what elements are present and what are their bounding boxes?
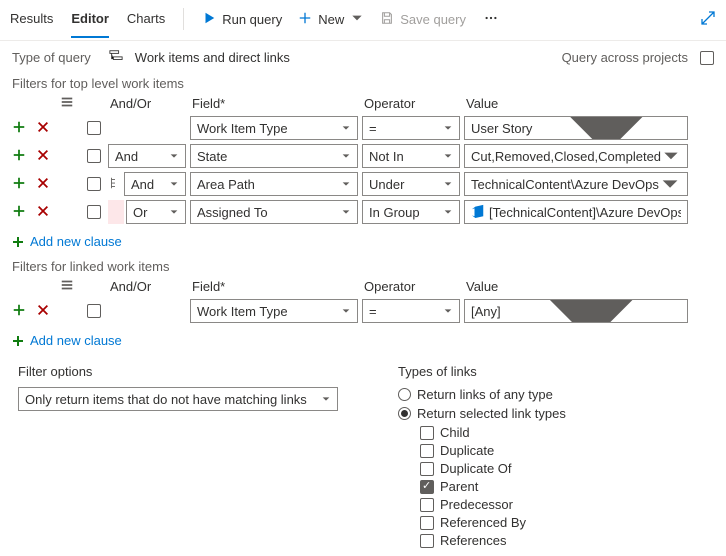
value-select[interactable]: User Story xyxy=(464,116,688,140)
linked-filters-heading: Filters for linked work items xyxy=(0,257,726,276)
header-value: Value xyxy=(464,96,688,111)
remove-clause-icon[interactable] xyxy=(36,148,56,165)
chevron-down-icon xyxy=(350,11,364,28)
value-select[interactable]: [Any] xyxy=(464,299,688,323)
add-clause-icon[interactable] xyxy=(12,204,32,221)
header-field: Field* xyxy=(190,96,358,111)
linktype-duplicate-of[interactable]: Duplicate Of xyxy=(420,461,566,476)
more-button[interactable] xyxy=(484,11,498,38)
clause-checkbox[interactable] xyxy=(87,149,101,163)
add-clause-icon[interactable] xyxy=(12,148,32,165)
top-clause: Or Assigned To In Group [TechnicalConten… xyxy=(0,198,726,226)
link-type-sublist: Child Duplicate Duplicate Of Parent Pred… xyxy=(398,425,566,548)
run-query-button[interactable]: Run query xyxy=(202,11,282,38)
andor-select[interactable]: And xyxy=(108,144,186,168)
azure-devops-icon xyxy=(471,204,485,221)
field-select[interactable]: Assigned To xyxy=(190,200,358,224)
value-select[interactable]: TechnicalContent\Azure DevOps xyxy=(464,172,688,196)
field-select[interactable]: State xyxy=(190,144,358,168)
radio-selected-types[interactable]: Return selected link types xyxy=(398,406,566,421)
operator-select[interactable]: = xyxy=(362,116,460,140)
linktype-parent[interactable]: Parent xyxy=(420,479,566,494)
linktype-predecessor[interactable]: Predecessor xyxy=(420,497,566,512)
link-types-col: Types of links Return links of any type … xyxy=(398,364,566,548)
operator-select[interactable]: In Group xyxy=(362,200,460,224)
clause-checkbox[interactable] xyxy=(87,205,101,219)
expand-icon xyxy=(700,10,716,29)
add-clause-icon[interactable] xyxy=(12,120,32,137)
query-across-projects-label: Query across projects xyxy=(562,50,688,65)
group-column-icon[interactable] xyxy=(60,95,80,112)
filter-options-col: Filter options Only return items that do… xyxy=(18,364,338,548)
remove-clause-icon[interactable] xyxy=(36,120,56,137)
group-indicator-icon[interactable] xyxy=(108,176,122,193)
tabs: Results Editor Charts xyxy=(10,11,165,38)
remove-clause-icon[interactable] xyxy=(36,303,56,320)
fullscreen-button[interactable] xyxy=(700,10,716,39)
remove-clause-icon[interactable] xyxy=(36,204,56,221)
query-across-projects-checkbox[interactable] xyxy=(700,51,714,65)
linked-header-row: And/Or Field* Operator Value xyxy=(0,276,726,297)
add-new-clause-top[interactable]: Add new clause xyxy=(0,226,726,257)
remove-clause-icon[interactable] xyxy=(36,176,56,193)
linktype-child[interactable]: Child xyxy=(420,425,566,440)
type-of-query-label: Type of query xyxy=(12,50,91,65)
bottom-options: Filter options Only return items that do… xyxy=(0,356,726,556)
add-clause-icon[interactable] xyxy=(12,303,32,320)
linked-clause: Work Item Type = [Any] xyxy=(0,297,726,325)
plus-icon xyxy=(298,11,312,28)
operator-select[interactable]: Not In xyxy=(362,144,460,168)
toolbar: Results Editor Charts Run query New Save… xyxy=(0,0,726,40)
top-clause: And State Not In Cut,Removed,Closed,Comp… xyxy=(0,142,726,170)
more-icon xyxy=(484,11,498,28)
tab-editor[interactable]: Editor xyxy=(71,11,109,38)
header-operator: Operator xyxy=(362,96,460,111)
linktype-references[interactable]: References xyxy=(420,533,566,548)
add-new-clause-linked[interactable]: Add new clause xyxy=(0,325,726,356)
value-select[interactable]: Cut,Removed,Closed,Completed xyxy=(464,144,688,168)
clause-checkbox[interactable] xyxy=(87,121,101,135)
group-column-icon[interactable] xyxy=(60,278,80,295)
toolbar-divider xyxy=(183,8,184,30)
filter-options-label: Filter options xyxy=(18,364,338,379)
linktype-duplicate[interactable]: Duplicate xyxy=(420,443,566,458)
top-filters-heading: Filters for top level work items xyxy=(0,74,726,93)
header-andor: And/Or xyxy=(108,96,186,111)
operator-select[interactable]: Under xyxy=(362,172,460,196)
field-select[interactable]: Work Item Type xyxy=(190,116,358,140)
new-button[interactable]: New xyxy=(298,11,364,38)
query-type-row: Type of query Work items and direct link… xyxy=(0,41,726,74)
clause-checkbox[interactable] xyxy=(87,177,101,191)
linktype-referenced-by[interactable]: Referenced By xyxy=(420,515,566,530)
radio-any-type[interactable]: Return links of any type xyxy=(398,387,566,402)
direct-links-icon xyxy=(109,49,123,66)
group-indent-marker xyxy=(108,200,124,224)
link-types-label: Types of links xyxy=(398,364,566,379)
save-icon xyxy=(380,11,394,28)
type-of-query-value[interactable]: Work items and direct links xyxy=(135,50,290,65)
play-icon xyxy=(202,11,216,28)
andor-select[interactable]: And xyxy=(124,172,186,196)
top-clause: And Area Path Under TechnicalContent\Azu… xyxy=(0,170,726,198)
value-select[interactable]: [TechnicalContent]\Azure DevOps xyxy=(464,200,688,224)
tab-charts[interactable]: Charts xyxy=(127,11,165,38)
field-select[interactable]: Area Path xyxy=(190,172,358,196)
save-query-button[interactable]: Save query xyxy=(380,11,466,38)
top-clause: Work Item Type = User Story xyxy=(0,114,726,142)
clause-checkbox[interactable] xyxy=(87,304,101,318)
filter-options-select[interactable]: Only return items that do not have match… xyxy=(18,387,338,411)
tab-results[interactable]: Results xyxy=(10,11,53,38)
operator-select[interactable]: = xyxy=(362,299,460,323)
top-header-row: And/Or Field* Operator Value xyxy=(0,93,726,114)
add-clause-icon[interactable] xyxy=(12,176,32,193)
field-select[interactable]: Work Item Type xyxy=(190,299,358,323)
andor-select[interactable]: Or xyxy=(126,200,186,224)
